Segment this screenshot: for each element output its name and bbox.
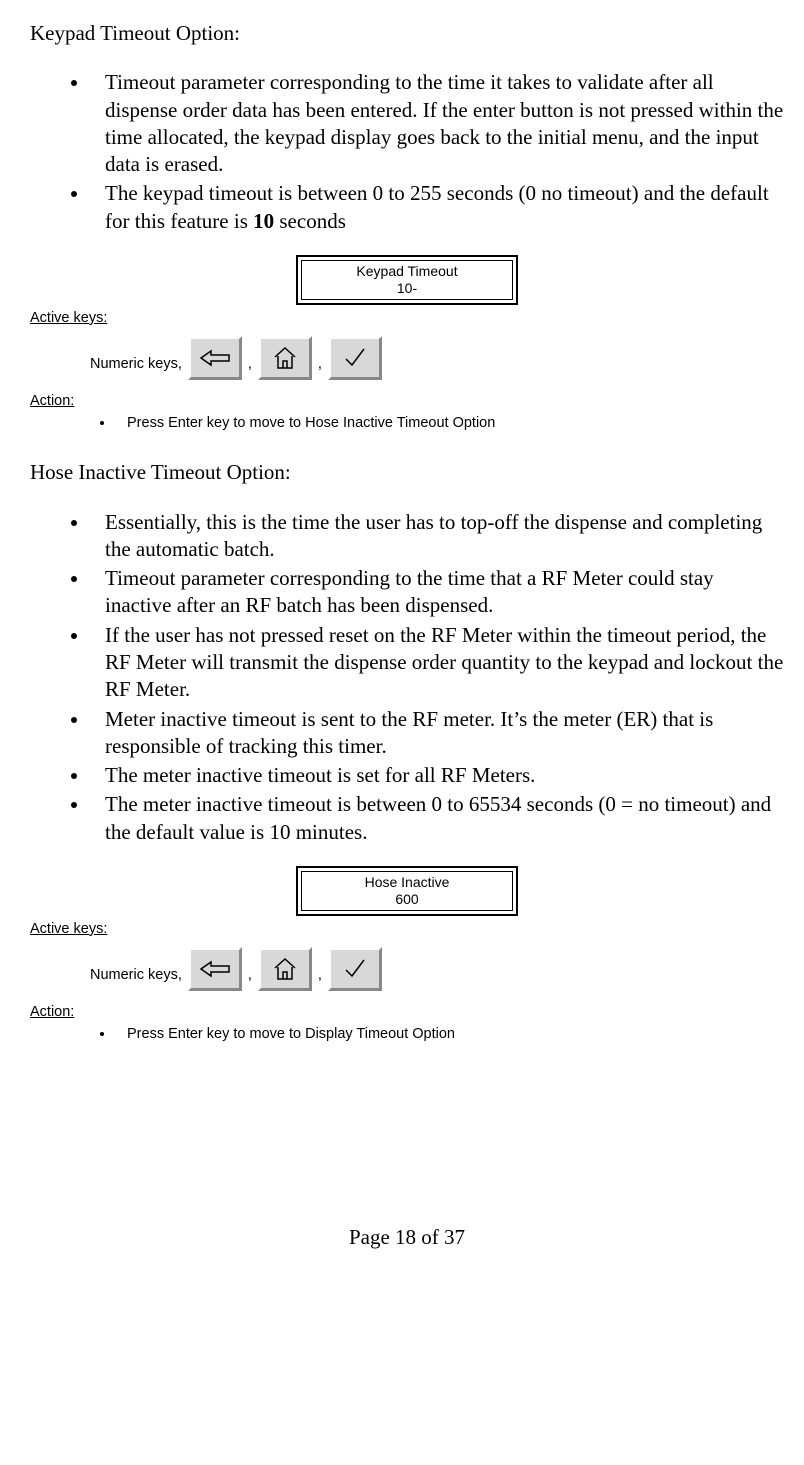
lcd-display-1: Keypad Timeout 10-: [30, 255, 784, 305]
list-item: Essentially, this is the time the user h…: [90, 509, 784, 564]
separator: ,: [248, 966, 252, 991]
list-item: Press Enter key to move to Display Timeo…: [115, 1025, 784, 1044]
lcd-line1: Keypad Timeout: [347, 263, 467, 280]
list-item: Timeout parameter corresponding to the t…: [90, 69, 784, 178]
list-item: The meter inactive timeout is set for al…: [90, 762, 784, 789]
home-key-icon: [258, 336, 312, 380]
keys-row-2: Numeric keys, , ,: [30, 947, 784, 991]
page-footer: Page 18 of 37: [30, 1224, 784, 1251]
section1-bullets: Timeout parameter corresponding to the t…: [30, 69, 784, 235]
numeric-keys-text: Numeric keys,: [90, 966, 182, 991]
active-keys-label-1: Active keys:: [30, 309, 784, 328]
action-list-1: Press Enter key to move to Hose Inactive…: [30, 414, 784, 433]
list-item: Timeout parameter corresponding to the t…: [90, 565, 784, 620]
check-key-icon: [328, 336, 382, 380]
lcd-line2: 600: [347, 891, 467, 908]
back-arrow-key-icon: [188, 336, 242, 380]
separator: ,: [248, 355, 252, 380]
action-label-1: Action:: [30, 392, 784, 411]
lcd-display-2: Hose Inactive 600: [30, 866, 784, 916]
list-item: The keypad timeout is between 0 to 255 s…: [90, 180, 784, 235]
back-arrow-key-icon: [188, 947, 242, 991]
lcd-line1: Hose Inactive: [347, 874, 467, 891]
list-item: The meter inactive timeout is between 0 …: [90, 791, 784, 846]
action-list-2: Press Enter key to move to Display Timeo…: [30, 1025, 784, 1044]
home-key-icon: [258, 947, 312, 991]
separator: ,: [318, 355, 322, 380]
active-keys-label-2: Active keys:: [30, 920, 784, 939]
separator: ,: [318, 966, 322, 991]
keys-row-1: Numeric keys, , ,: [30, 336, 784, 380]
action-label-2: Action:: [30, 1003, 784, 1022]
list-item: Meter inactive timeout is sent to the RF…: [90, 706, 784, 761]
lcd-line2: 10-: [347, 280, 467, 297]
bullet-bold: 10: [253, 209, 274, 233]
bullet-prefix: The keypad timeout is between 0 to 255 s…: [105, 181, 769, 232]
list-item: If the user has not pressed reset on the…: [90, 622, 784, 704]
section2-heading: Hose Inactive Timeout Option:: [30, 459, 784, 486]
check-key-icon: [328, 947, 382, 991]
list-item: Press Enter key to move to Hose Inactive…: [115, 414, 784, 433]
numeric-keys-text: Numeric keys,: [90, 355, 182, 380]
bullet-suffix: seconds: [274, 209, 346, 233]
section1-heading: Keypad Timeout Option:: [30, 20, 784, 47]
section2-bullets: Essentially, this is the time the user h…: [30, 509, 784, 847]
